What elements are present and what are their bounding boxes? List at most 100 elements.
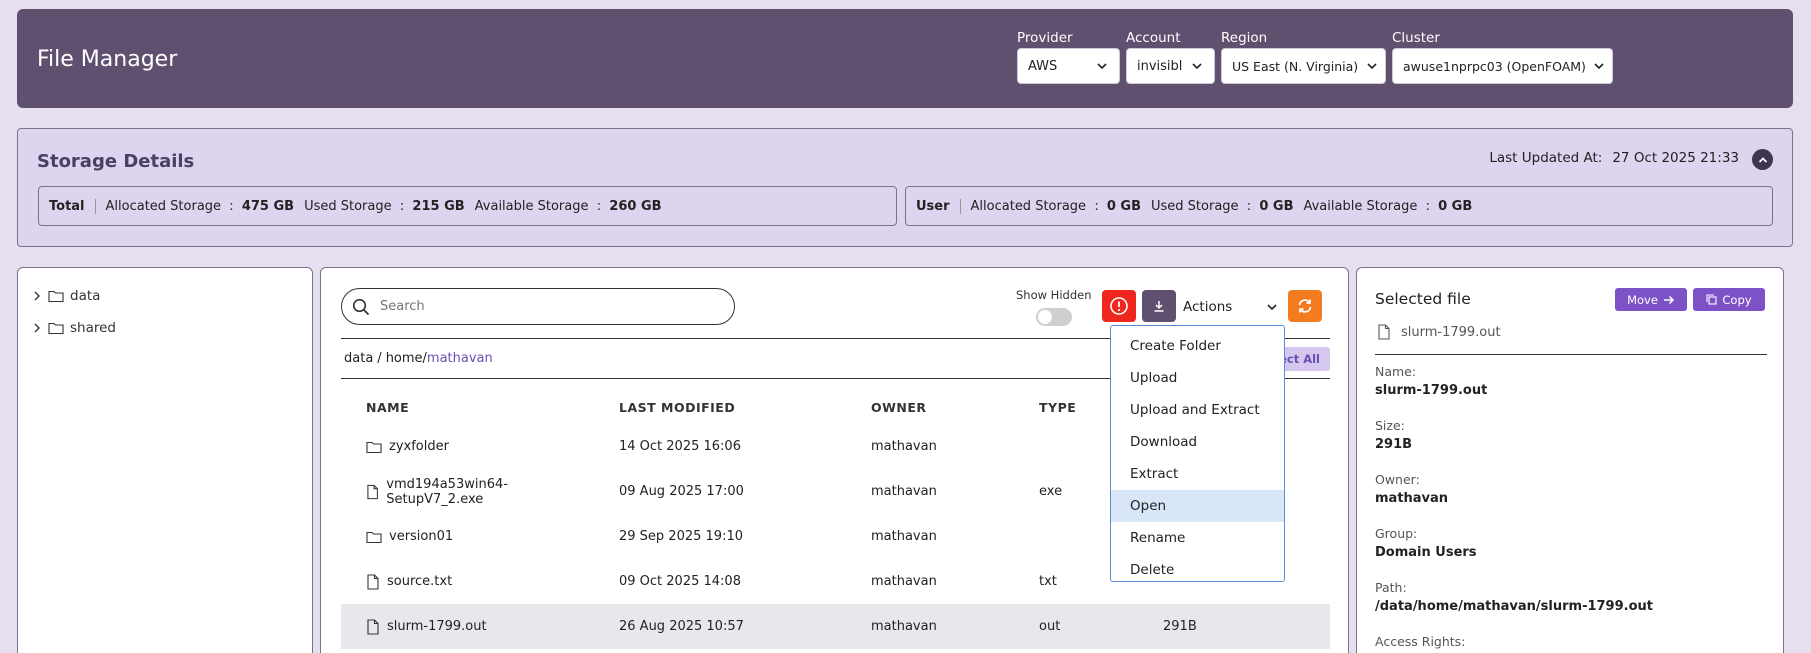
total-available: Available Storage : 260 GB [474,198,662,214]
total-allocated: Allocated Storage : 475 GB [105,198,295,214]
cluster-select[interactable]: awuse1nprpc03 (OpenFOAM) [1392,48,1613,84]
last-updated-label: Last Updated At: [1489,150,1603,166]
collapse-storage-button[interactable] [1752,149,1773,170]
storage-details-panel: Storage Details Last Updated At: 27 Oct 2… [17,128,1793,247]
storage-title: Storage Details [37,151,195,172]
file-icon [367,484,378,499]
prop-group: Group: Domain Users [1375,526,1477,560]
file-details-panel: Selected file Move Copy slurm-1799.out N… [1356,267,1784,653]
total-label: Total [49,198,96,214]
menu-item-download[interactable]: Download [1111,426,1284,458]
menu-item-upload[interactable]: Upload [1111,362,1284,394]
refresh-button[interactable] [1288,290,1322,322]
region-select[interactable]: US East (N. Virginia) [1221,48,1386,84]
alert-button[interactable] [1102,290,1136,322]
breadcrumb-item-home[interactable]: home/ [386,351,427,366]
chevron-down-icon [1192,63,1202,70]
provider-selector: Provider AWS [1017,29,1120,84]
tree-item-label: shared [70,320,116,336]
file-modified: 29 Sep 2025 19:10 [619,529,743,544]
app-header: File Manager Provider AWS Account invisi… [17,9,1793,108]
show-hidden-toggle[interactable] [1035,308,1072,326]
chevron-down-icon [1367,63,1377,70]
account-label: Account [1126,30,1181,46]
refresh-icon [1298,299,1312,313]
chevron-right-icon[interactable] [32,290,42,302]
chevron-down-icon [1267,304,1277,311]
file-name: vmd194a53win64-SetupV7_2.exe [386,476,508,507]
account-value: invisibl [1137,58,1183,74]
show-hidden-control: Show Hidden [1016,288,1092,326]
menu-item-create-folder[interactable]: Create Folder [1111,330,1284,362]
user-storage-box: User Allocated Storage : 0 GB Used Stora… [905,186,1773,226]
breadcrumb-item-data[interactable]: data [344,351,373,366]
chevron-right-icon[interactable] [32,322,42,334]
file-modified: 09 Aug 2025 17:00 [619,484,744,499]
folder-icon [48,290,64,303]
alert-circle-icon [1110,297,1128,315]
table-row-selected[interactable]: slurm-1799.out 26 Aug 2025 10:57 mathava… [341,604,1330,649]
menu-item-upload-and-extract[interactable]: Upload and Extract [1111,394,1284,426]
provider-select[interactable]: AWS [1017,48,1120,84]
divider [1375,354,1767,355]
search-box [341,288,735,325]
breadcrumb-item-current[interactable]: mathavan [427,351,493,366]
download-icon [1154,301,1164,312]
copy-icon [1706,294,1717,305]
prop-path: Path:/data/home/mathavan/slurm-1799.out [1375,580,1653,614]
actions-select[interactable]: Actions [1183,294,1283,320]
cluster-value: awuse1nprpc03 (OpenFOAM) [1403,58,1586,74]
provider-label: Provider [1017,30,1073,46]
breadcrumb-separator: / [377,351,382,366]
chevron-down-icon [1097,63,1107,70]
last-updated-value: 27 Oct 2025 21:33 [1612,150,1739,166]
user-used: Used Storage : 0 GB [1151,198,1294,214]
menu-item-delete[interactable]: Delete [1111,554,1284,586]
file-modified: 26 Aug 2025 10:57 [594,604,846,649]
file-name: source.txt [387,574,453,589]
copy-label: Copy [1722,292,1752,307]
tree-item-label: data [70,288,101,304]
region-selector: Region US East (N. Virginia) [1221,29,1386,84]
file-type: out [1014,604,1138,649]
menu-item-open[interactable]: Open [1111,490,1284,522]
last-updated: Last Updated At: 27 Oct 2025 21:33 [1489,150,1739,166]
total-storage-box: Total Allocated Storage : 475 GB Used St… [38,186,897,226]
menu-item-rename[interactable]: Rename [1111,522,1284,554]
selected-file: slurm-1799.out [1377,324,1501,340]
search-icon [352,298,370,315]
region-label: Region [1221,30,1268,46]
user-label: User [916,198,961,214]
file-name: version01 [389,529,454,544]
chevron-down-icon [1594,63,1604,70]
show-hidden-label: Show Hidden [1016,288,1092,302]
chevron-up-icon [1758,156,1767,163]
file-name: zyxfolder [389,439,449,454]
column-header-last-modified[interactable]: LAST MODIFIED [594,390,846,424]
tree-item-data[interactable]: data [32,288,100,304]
cluster-label: Cluster [1392,30,1440,46]
selected-file-name: slurm-1799.out [1401,324,1501,340]
file-owner: mathavan [871,529,937,544]
folder-icon [366,531,382,543]
user-allocated: Allocated Storage : 0 GB [970,198,1141,214]
tree-item-shared[interactable]: shared [32,320,116,336]
search-input[interactable] [380,299,700,314]
file-name: slurm-1799.out [387,619,487,634]
actions-label: Actions [1183,299,1233,315]
page-title: File Manager [37,47,178,72]
actions-menu: Create Folder Upload Upload and Extract … [1110,325,1285,582]
file-size: 291B [1138,604,1330,649]
folder-icon [48,322,64,335]
move-button[interactable]: Move [1615,288,1687,311]
account-select[interactable]: invisibl [1126,48,1215,84]
copy-button[interactable]: Copy [1693,288,1765,311]
menu-item-extract[interactable]: Extract [1111,458,1284,490]
column-header-name[interactable]: NAME [341,390,594,424]
details-title: Selected file [1375,290,1471,308]
download-button[interactable] [1142,290,1176,322]
cluster-selector: Cluster awuse1nprpc03 (OpenFOAM) [1392,29,1613,84]
prop-access-rights: Access Rights: [1375,634,1466,649]
column-header-owner[interactable]: OWNER [846,390,1014,424]
total-used: Used Storage : 215 GB [304,198,465,214]
